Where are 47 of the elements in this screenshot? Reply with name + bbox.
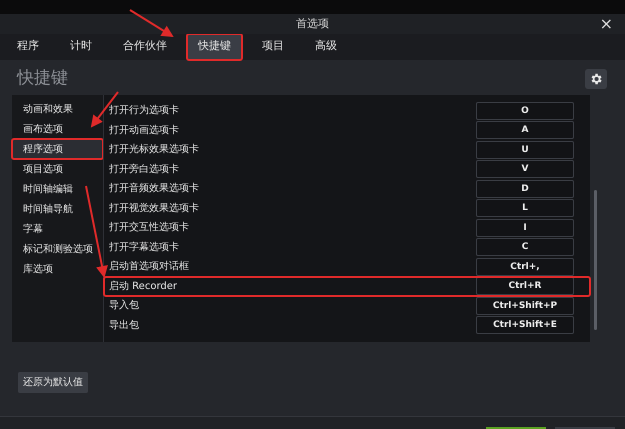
close-button[interactable]: ×	[600, 14, 613, 34]
sidebar-item[interactable]: 程序选项	[12, 139, 103, 159]
shortcut-key-field[interactable]: Ctrl+Shift+P	[476, 296, 574, 315]
shortcut-key-field[interactable]: Ctrl+R	[476, 277, 574, 296]
shortcut-action: 启动 Recorder	[109, 280, 178, 294]
sidebar-item[interactable]: 画布选项	[12, 119, 103, 139]
scrollbar-thumb[interactable]	[594, 190, 597, 330]
tab[interactable]: 快捷键	[187, 34, 242, 60]
reset-button[interactable]: 还原为默认值	[18, 372, 88, 393]
shortcut-action: 打开旁白选项卡	[109, 162, 180, 177]
page-heading: 快捷键	[17, 66, 68, 90]
sidebar-item[interactable]: 字幕	[12, 219, 103, 239]
sidebar-item[interactable]: 动画和效果	[12, 99, 103, 119]
shortcut-key-field[interactable]: Ctrl+Shift+E	[476, 316, 574, 334]
settings-button[interactable]	[585, 68, 607, 88]
annotation-arrow	[129, 9, 174, 38]
shortcut-action: 打开动画选项卡	[109, 124, 180, 138]
sidebar-item[interactable]: 时间轴导航	[12, 199, 103, 219]
shortcut-key-field[interactable]: V	[476, 160, 574, 178]
sidebar-item[interactable]: 标记和测验选项	[12, 239, 103, 259]
shortcut-action: 打开字幕选项卡	[109, 240, 180, 255]
sidebar-item[interactable]: 项目选项	[12, 159, 103, 179]
tab[interactable]: 项目	[251, 34, 295, 60]
tab[interactable]: 高级	[304, 34, 348, 60]
shortcut-key-field[interactable]: A	[476, 121, 574, 140]
shortcut-key-field[interactable]: L	[476, 199, 574, 218]
tab[interactable]: 程序	[6, 34, 50, 60]
shortcut-key-field[interactable]: C	[476, 238, 574, 256]
shortcut-key-field[interactable]: D	[476, 180, 574, 198]
shortcut-key-field[interactable]: Ctrl+,	[476, 258, 574, 276]
shortcut-action: 打开光标效果选项卡	[109, 142, 200, 158]
shortcut-action: 导出包	[109, 318, 140, 333]
shortcut-key-field[interactable]: U	[476, 140, 574, 159]
shortcut-action: 启动首选项对话框	[109, 260, 190, 274]
shortcut-action: 打开交互性选项卡	[109, 220, 190, 236]
shortcut-action: 导入包	[109, 298, 140, 314]
sidebar-item[interactable]: 时间轴编辑	[12, 179, 103, 199]
settings-icon	[589, 72, 603, 86]
shortcut-action: 打开行为选项卡	[109, 104, 180, 118]
tab[interactable]: 计时	[59, 34, 103, 60]
window-title: 首选项	[296, 16, 329, 32]
shortcut-key-field[interactable]: I	[476, 218, 574, 237]
shortcut-key-field[interactable]: O	[476, 102, 574, 120]
shortcut-action: 打开视觉效果选项卡	[109, 202, 200, 216]
tab[interactable]: 合作伙伴	[112, 34, 178, 60]
sidebar-item[interactable]: 库选项	[12, 259, 103, 279]
shortcut-action: 打开音频效果选项卡	[109, 182, 200, 196]
